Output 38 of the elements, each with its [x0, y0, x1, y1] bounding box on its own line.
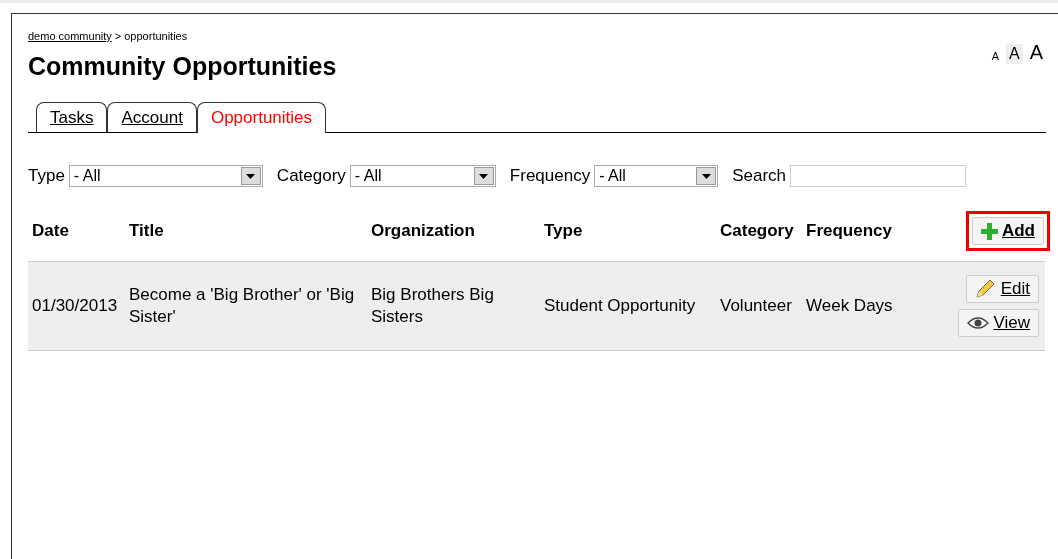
filter-label: Frequency — [509, 166, 591, 186]
add-button[interactable]: Add — [971, 217, 1044, 245]
column-header: Type — [543, 221, 584, 241]
text-size-option[interactable]: A — [988, 49, 1002, 64]
text-size-option[interactable]: A — [1026, 40, 1046, 64]
text-size-option[interactable]: A — [1006, 44, 1023, 64]
breadcrumb-text: > opportunities — [114, 30, 188, 42]
table-cell-text: Volunteer — [719, 295, 793, 317]
filter-label: Category — [276, 166, 346, 186]
column-header: Organization — [370, 221, 476, 241]
view-button[interactable]: View — [958, 309, 1039, 337]
table-cell-text: 01/30/2013 — [31, 295, 119, 317]
column-header: Frequency — [805, 221, 893, 241]
table-cell-text: Student Opportunity — [543, 295, 697, 317]
caret-icon — [701, 173, 711, 179]
filter-dropdown[interactable]: - All — [68, 165, 263, 187]
table-cell-text: Week Days — [805, 295, 894, 317]
page-title: Community Opportunities — [28, 52, 337, 81]
edit-button[interactable]: Edit — [965, 275, 1039, 303]
search-label: Search — [732, 166, 787, 186]
column-header: Category — [719, 221, 795, 241]
caret-icon — [479, 173, 489, 179]
column-header: Title — [128, 221, 165, 241]
eye-icon — [967, 316, 990, 330]
filter-dropdown[interactable]: - All — [349, 165, 496, 187]
caret-icon — [246, 173, 256, 179]
table-cell-text: Become a 'Big Brother' or 'Big Sister' — [128, 284, 356, 328]
plus-icon — [980, 222, 998, 240]
tab[interactable]: Opportunities — [196, 102, 327, 133]
column-header: Date — [31, 221, 70, 241]
breadcrumb-link[interactable]: demo community — [28, 30, 112, 42]
filter-label: Type — [28, 166, 65, 186]
pencil-icon — [974, 279, 997, 299]
filter-dropdown[interactable]: - All — [594, 165, 719, 187]
search-field[interactable] — [790, 165, 967, 187]
tab[interactable]: Tasks — [36, 102, 108, 132]
tab[interactable]: Account — [107, 102, 197, 132]
table-cell-text: Big Brothers Big Sisters — [370, 284, 495, 328]
